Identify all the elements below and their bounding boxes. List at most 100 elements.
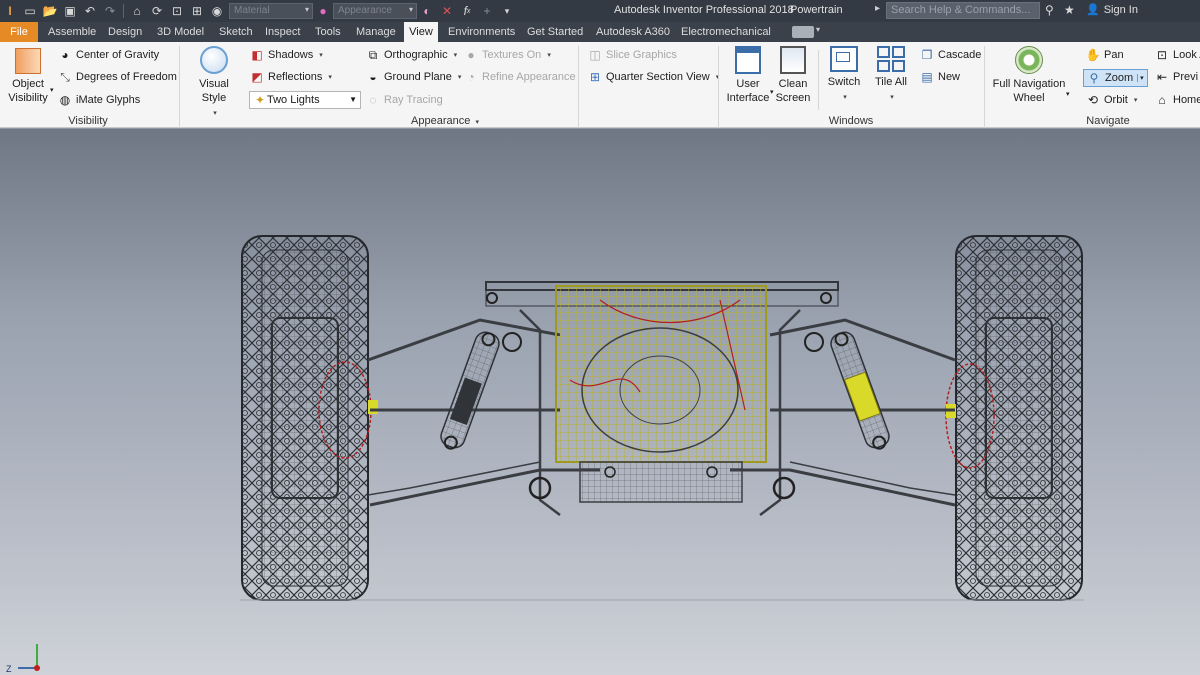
slice-graphics-label: Slice Graphics: [606, 49, 677, 61]
textures-on-button[interactable]: ● Textures On ▾: [464, 48, 550, 62]
chevron-down-icon[interactable]: ▾: [770, 88, 774, 96]
clean-screen-button[interactable]: Clean Screen: [774, 46, 812, 105]
pan-button[interactable]: ✋ Pan: [1086, 48, 1124, 62]
inventor-logo-icon[interactable]: I: [0, 2, 20, 20]
chevron-down-icon: ▾: [1133, 97, 1138, 104]
ribbon: Object Visibility ▾ ◕ Center of Gravity …: [0, 42, 1200, 128]
customize-toolbar-icon[interactable]: ▾: [497, 2, 517, 20]
undo-icon[interactable]: ↶: [80, 2, 100, 20]
tab-electromechanical[interactable]: Electromechanical: [676, 22, 776, 42]
imate-glyphs-label: iMate Glyphs: [76, 94, 141, 106]
tab-environments[interactable]: Environments: [443, 22, 520, 42]
tab-assemble[interactable]: Assemble: [43, 22, 101, 42]
parameters-icon[interactable]: fx: [457, 2, 477, 20]
right-shock-absorber[interactable]: [772, 330, 892, 500]
previous-view-button[interactable]: ⇤ Previ: [1155, 70, 1198, 84]
orbit-button[interactable]: ⟲ Orbit ▾: [1086, 93, 1137, 107]
orthographic-button[interactable]: ⧉ Orthographic ▾: [366, 48, 457, 62]
ray-tracing-button[interactable]: ◌ Ray Tracing: [366, 93, 442, 107]
favorites-star-icon[interactable]: ★: [1064, 3, 1075, 17]
search-input[interactable]: Search Help & Commands...: [886, 2, 1040, 19]
chevron-down-icon: ▾: [890, 94, 894, 101]
material-dropdown[interactable]: Material ▾: [229, 3, 313, 19]
quarter-section-view-button[interactable]: ⊞ Quarter Section View ▾: [588, 70, 719, 84]
imate-glyphs-button[interactable]: ◍ iMate Glyphs: [58, 93, 140, 107]
chevron-down-icon: ▾: [453, 52, 458, 59]
tab-autodesk-a360[interactable]: Autodesk A360: [591, 22, 675, 42]
material-placeholder: Material: [234, 5, 270, 16]
save-icon[interactable]: ▣: [60, 2, 80, 20]
tab-inspect[interactable]: Inspect: [260, 22, 305, 42]
color-icon[interactable]: ◉: [207, 2, 227, 20]
plus-icon[interactable]: +: [477, 2, 497, 20]
tile-all-button[interactable]: Tile All ▾: [870, 46, 912, 105]
appearance-ball-icon[interactable]: ●: [313, 2, 333, 20]
pan-label: Pan: [1104, 49, 1124, 61]
chevron-down-icon[interactable]: ▾: [50, 86, 54, 94]
ground-plane-button[interactable]: ◒ Ground Plane ▾: [366, 70, 461, 84]
look-at-button[interactable]: ⊡ Look A: [1155, 48, 1200, 62]
adjust-appearance-icon[interactable]: ◐: [417, 2, 437, 20]
chevron-down-icon[interactable]: ▾: [816, 25, 820, 34]
select-icon[interactable]: ⊡: [167, 2, 187, 20]
textures-icon: ●: [467, 48, 475, 62]
graphics-viewport[interactable]: [0, 129, 1200, 675]
tab-file[interactable]: File: [0, 22, 38, 42]
full-navigation-wheel-button[interactable]: Full Navigation Wheel: [990, 46, 1068, 105]
chevron-down-icon: ▾: [319, 52, 323, 59]
sign-in-button[interactable]: 👤 Sign In: [1086, 3, 1138, 17]
user-interface-button[interactable]: User Interface: [724, 46, 772, 105]
object-visibility-button[interactable]: Object Visibility: [6, 48, 50, 105]
center-of-gravity-icon: ◕: [61, 48, 69, 62]
appearance-dropdown[interactable]: Appearance ▾: [333, 3, 417, 19]
redo-icon[interactable]: ↷: [100, 2, 120, 20]
tab-get-started[interactable]: Get Started: [522, 22, 588, 42]
measure-icon[interactable]: ⊞: [187, 2, 207, 20]
panel-separator: [984, 46, 985, 128]
left-wheel[interactable]: [241, 235, 378, 601]
tile-all-label: Tile All: [875, 76, 907, 88]
shadows-button[interactable]: ◧ Shadows ▾: [250, 48, 323, 62]
ribbon-display-toggle-icon[interactable]: [792, 26, 814, 38]
tab-3d-model[interactable]: 3D Model: [152, 22, 209, 42]
orthographic-label: Orthographic: [384, 49, 448, 61]
switch-button[interactable]: Switch ▾: [824, 46, 864, 105]
shadows-icon: ◧: [251, 48, 263, 62]
cascade-button[interactable]: ❐ Cascade: [920, 48, 982, 62]
slice-graphics-icon: ◫: [589, 48, 601, 62]
refine-appearance-button[interactable]: ◔ Refine Appearance: [464, 70, 575, 84]
reflections-label: Reflections: [268, 71, 323, 83]
chevron-down-icon[interactable]: ▾: [1137, 74, 1144, 82]
home-view-button[interactable]: ⌂ Home: [1155, 93, 1200, 107]
tab-view[interactable]: View: [404, 22, 438, 42]
expand-arrow-icon[interactable]: ▸: [875, 3, 880, 14]
new-window-button[interactable]: ▤ New: [920, 70, 960, 84]
orbit-label: Orbit: [1104, 94, 1128, 106]
new-file-icon[interactable]: ▭: [20, 2, 40, 20]
lighting-style-dropdown[interactable]: ✦ Two Lights ▼: [249, 91, 361, 109]
wireframe-model[interactable]: [0, 129, 1200, 675]
chevron-down-icon[interactable]: ▾: [1066, 90, 1070, 98]
right-wheel[interactable]: [945, 235, 1083, 601]
zoom-button[interactable]: ⚲ Zoom ▾: [1083, 69, 1148, 87]
visual-style-button[interactable]: Visual Style ▾: [186, 46, 242, 121]
update-icon[interactable]: ⟳: [147, 2, 167, 20]
engine-block[interactable]: [555, 285, 767, 503]
clear-appearance-icon[interactable]: ✕: [437, 2, 457, 20]
binoculars-icon[interactable]: ⚲: [1045, 3, 1054, 17]
center-of-gravity-button[interactable]: ◕ Center of Gravity: [58, 48, 159, 62]
zoom-magnifier-icon: ⚲: [1089, 71, 1099, 85]
tab-sketch[interactable]: Sketch: [214, 22, 258, 42]
tab-design[interactable]: Design: [103, 22, 147, 42]
object-visibility-label: Object Visibility: [8, 78, 48, 104]
chevron-down-icon: ▾: [304, 5, 309, 14]
appearance-panel-label[interactable]: Appearance ▾: [400, 115, 490, 127]
slice-graphics-button[interactable]: ◫ Slice Graphics: [588, 48, 677, 62]
tab-manage[interactable]: Manage: [351, 22, 401, 42]
user-interface-icon: [735, 46, 761, 74]
degrees-of-freedom-button[interactable]: ⤡ Degrees of Freedom: [58, 70, 177, 84]
open-file-icon[interactable]: 📂: [40, 2, 60, 20]
reflections-button[interactable]: ◩ Reflections ▾: [250, 70, 332, 84]
home-icon[interactable]: ⌂: [127, 2, 147, 20]
tab-tools[interactable]: Tools: [310, 22, 346, 42]
